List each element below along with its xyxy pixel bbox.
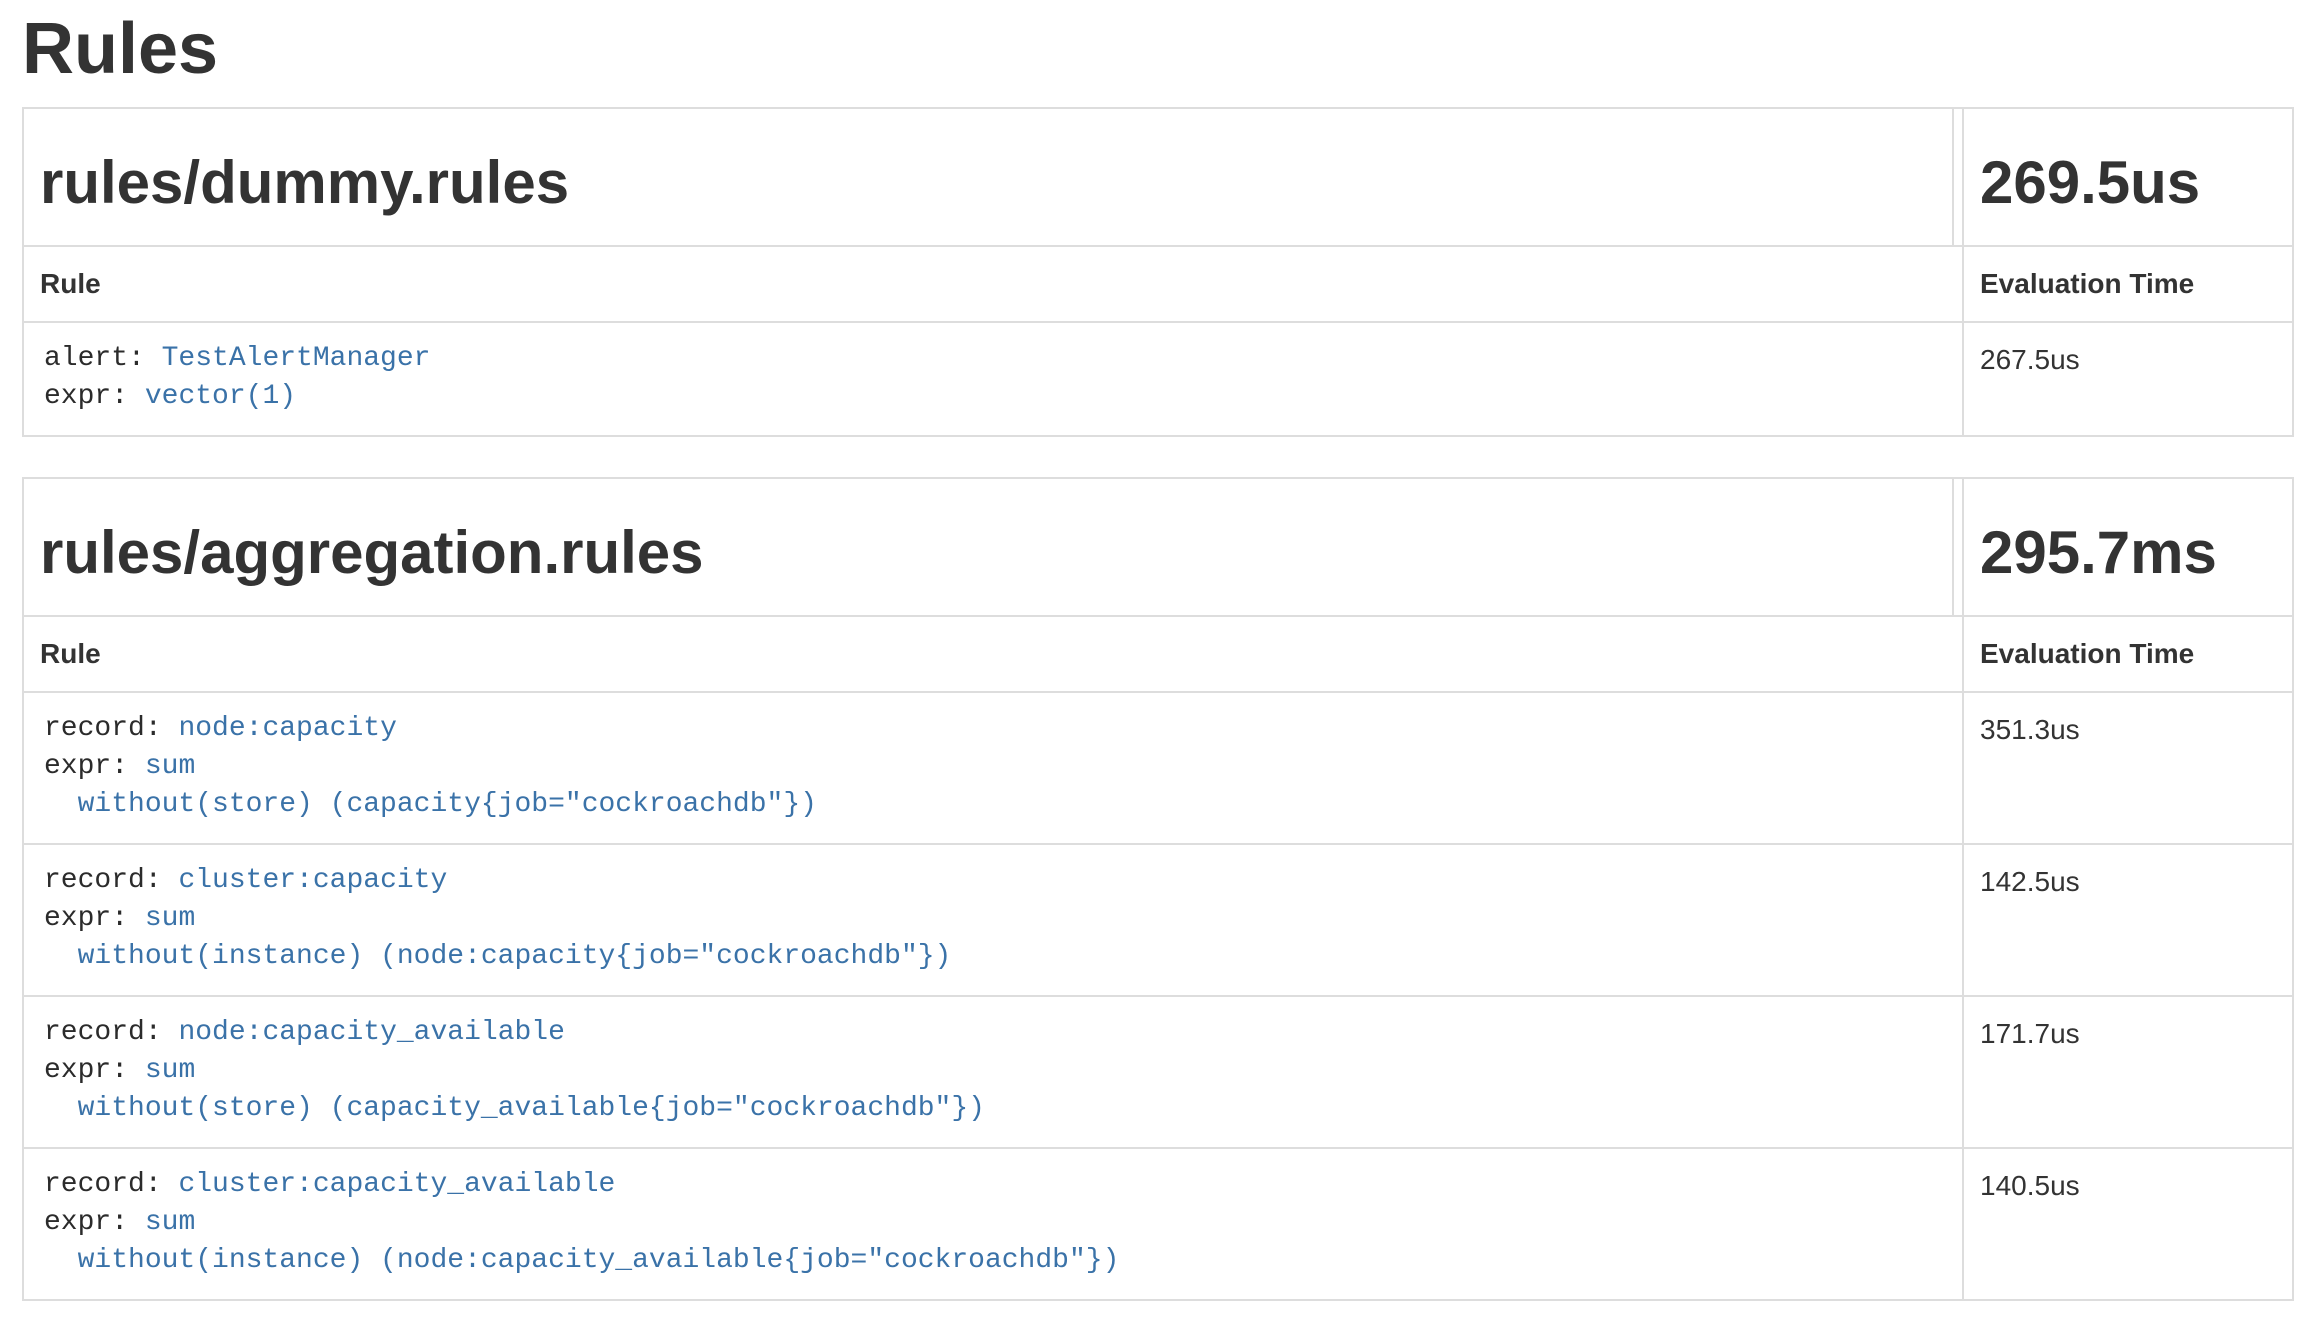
group-time-cell: 269.5us	[1963, 108, 2293, 246]
rule-evaluation-time: 171.7us	[1963, 996, 2293, 1148]
page-title: Rules	[22, 9, 2294, 89]
rules-group-table: rules/aggregation.rules 295.7ms Rule Eva…	[22, 477, 2294, 1301]
column-header-row: Rule Evaluation Time	[23, 246, 2293, 322]
expr-label: expr:	[44, 751, 145, 783]
rule-code-cell: record: cluster:capacity expr: sum witho…	[23, 844, 1963, 996]
rule-name-link[interactable]: cluster:capacity	[178, 865, 447, 897]
group-header-row: rules/dummy.rules 269.5us	[23, 108, 2293, 246]
rule-code: alert: TestAlertManager expr: vector(1)	[44, 341, 1942, 417]
expr-link[interactable]: sum without(store) (capacity_available{j…	[44, 1055, 985, 1125]
rule-row: record: node:capacity expr: sum without(…	[23, 692, 2293, 844]
rule-name-link[interactable]: cluster:capacity_available	[178, 1169, 615, 1201]
group-name-cell: rules/dummy.rules	[23, 108, 1953, 246]
expr-link[interactable]: vector(1)	[145, 381, 296, 413]
rule-column-header: Rule	[23, 616, 1963, 692]
rule-evaluation-time: 351.3us	[1963, 692, 2293, 844]
rule-code: record: cluster:capacity_available expr:…	[44, 1167, 1942, 1281]
rules-page: Rules rules/dummy.rules 269.5us Rule Eva…	[0, 9, 2316, 1322]
rule-row: record: cluster:capacity_available expr:…	[23, 1148, 2293, 1300]
group-time-cell: 295.7ms	[1963, 478, 2293, 616]
expr-link[interactable]: sum without(instance) (node:capacity_ava…	[44, 1207, 1119, 1277]
expr-label: expr:	[44, 1207, 145, 1239]
rule-type-label: alert:	[44, 343, 162, 375]
rule-evaluation-time: 140.5us	[1963, 1148, 2293, 1300]
page-container: Rules rules/dummy.rules 269.5us Rule Eva…	[0, 9, 2316, 1301]
rule-type-label: record:	[44, 713, 178, 745]
rule-name-link[interactable]: node:capacity_available	[178, 1017, 564, 1049]
column-spacer	[1953, 108, 1963, 246]
group-name-cell: rules/aggregation.rules	[23, 478, 1953, 616]
group-header-row: rules/aggregation.rules 295.7ms	[23, 478, 2293, 616]
rule-groups: rules/dummy.rules 269.5us Rule Evaluatio…	[22, 107, 2294, 1301]
expr-label: expr:	[44, 1055, 145, 1087]
rule-evaluation-time: 142.5us	[1963, 844, 2293, 996]
rule-evaluation-time: 267.5us	[1963, 322, 2293, 436]
rule-row: record: node:capacity_available expr: su…	[23, 996, 2293, 1148]
expr-link[interactable]: sum without(store) (capacity{job="cockro…	[44, 751, 817, 821]
rule-code-cell: record: node:capacity expr: sum without(…	[23, 692, 1963, 844]
rule-code: record: cluster:capacity expr: sum witho…	[44, 863, 1942, 977]
expr-label: expr:	[44, 903, 145, 935]
group-file-name: rules/dummy.rules	[40, 149, 1936, 221]
rule-code: record: node:capacity expr: sum without(…	[44, 711, 1942, 825]
column-header-row: Rule Evaluation Time	[23, 616, 2293, 692]
rules-group-table: rules/dummy.rules 269.5us Rule Evaluatio…	[22, 107, 2294, 437]
rule-code-cell: record: cluster:capacity_available expr:…	[23, 1148, 1963, 1300]
rule-name-link[interactable]: TestAlertManager	[162, 343, 431, 375]
rule-row: record: cluster:capacity expr: sum witho…	[23, 844, 2293, 996]
group-file-name: rules/aggregation.rules	[40, 519, 1936, 591]
rule-row: alert: TestAlertManager expr: vector(1) …	[23, 322, 2293, 436]
rule-type-label: record:	[44, 865, 178, 897]
rule-column-header: Rule	[23, 246, 1963, 322]
evaluation-time-column-header: Evaluation Time	[1963, 246, 2293, 322]
rule-code: record: node:capacity_available expr: su…	[44, 1015, 1942, 1129]
rule-type-label: record:	[44, 1017, 178, 1049]
evaluation-time-column-header: Evaluation Time	[1963, 616, 2293, 692]
expr-link[interactable]: sum without(instance) (node:capacity{job…	[44, 903, 951, 973]
group-evaluation-time: 269.5us	[1980, 149, 2276, 221]
column-spacer	[1953, 478, 1963, 616]
rule-code-cell: alert: TestAlertManager expr: vector(1)	[23, 322, 1963, 436]
rule-name-link[interactable]: node:capacity	[178, 713, 396, 745]
group-evaluation-time: 295.7ms	[1980, 519, 2276, 591]
rule-type-label: record:	[44, 1169, 178, 1201]
rule-code-cell: record: node:capacity_available expr: su…	[23, 996, 1963, 1148]
expr-label: expr:	[44, 381, 145, 413]
